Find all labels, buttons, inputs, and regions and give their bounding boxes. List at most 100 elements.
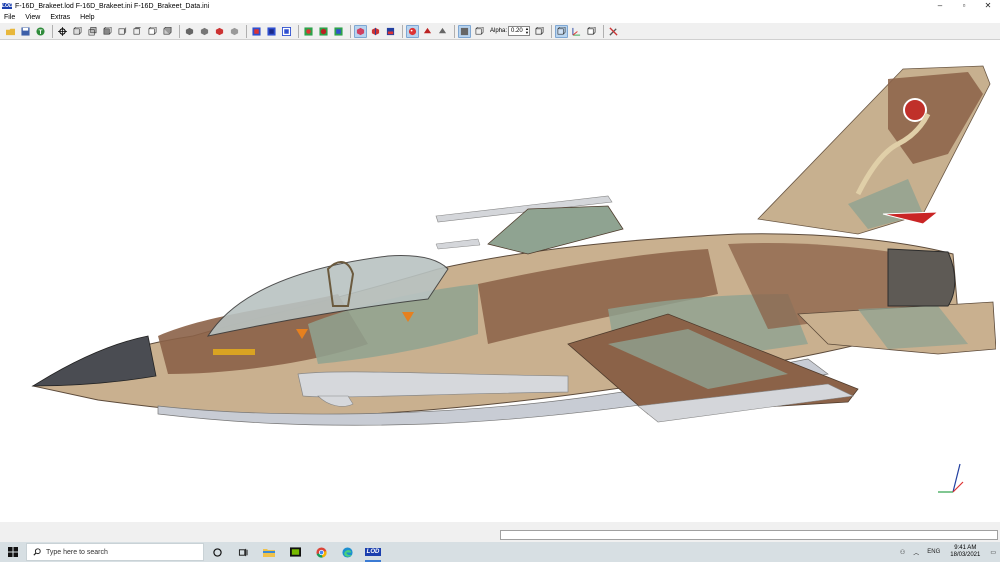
minimize-button[interactable]: – [928, 0, 952, 12]
taskbar-search[interactable]: Type here to search [26, 543, 204, 561]
wire-cube-button[interactable] [473, 25, 486, 38]
engine-nozzle [887, 248, 956, 307]
toolbar-separator [179, 24, 180, 38]
nvidia-icon [289, 547, 301, 557]
toolbar-separator [52, 24, 53, 38]
cube-iso-icon [163, 26, 172, 35]
cube-right-icon [118, 26, 127, 35]
bbox-red-button[interactable] [250, 25, 263, 38]
save-button[interactable] [19, 25, 32, 38]
notifications-icon[interactable]: ▭ [986, 549, 1000, 556]
light-3-button[interactable] [436, 25, 449, 38]
shade-gray-button[interactable] [228, 25, 241, 38]
menu-extras[interactable]: Extras [50, 14, 70, 21]
shade-smooth-button[interactable] [198, 25, 211, 38]
tools-button[interactable] [607, 25, 620, 38]
spin-arrows-icon[interactable]: ▲ ▼ [525, 27, 529, 35]
show-normals-button[interactable] [369, 25, 382, 38]
frame-button[interactable] [533, 25, 546, 38]
restore-button[interactable]: ▫ [952, 0, 976, 12]
wire-cube-icon [475, 26, 484, 35]
toolbar-separator [298, 24, 299, 38]
view-iso-button[interactable] [161, 25, 174, 38]
box-blue-icon [267, 26, 276, 36]
view-back-button[interactable] [86, 25, 99, 38]
cortana-button[interactable] [204, 542, 230, 562]
alpha-cube-icon [460, 27, 469, 35]
view-right-button[interactable] [116, 25, 129, 38]
node-blue-icon [334, 26, 343, 36]
light-1-button[interactable] [406, 24, 419, 38]
mesh-red-icon [356, 27, 365, 35]
language-indicator[interactable]: ENG [923, 549, 944, 555]
show-mesh-button[interactable] [354, 24, 367, 38]
edge-icon [341, 546, 353, 558]
bbox-blue-button[interactable] [265, 25, 278, 38]
title-bar: LOD F-16D_Brakeet.lod F-16D_Brakeet.ini … [0, 0, 1000, 12]
windows-logo-icon [8, 547, 18, 557]
node-blue-button[interactable] [332, 25, 345, 38]
svg-text:T: T [39, 29, 43, 36]
cube-left-icon [103, 26, 112, 35]
gray-cube-icon [230, 27, 239, 35]
alpha-toggle-button[interactable] [458, 24, 471, 38]
alpha-spinner[interactable]: 0.20 ▲ ▼ [508, 26, 531, 36]
chrome-button[interactable] [308, 542, 334, 562]
box-view-button[interactable] [585, 25, 598, 38]
3d-viewport[interactable] [8, 44, 996, 522]
alpha-value: 0.20 [511, 28, 523, 34]
node-green-icon [304, 26, 313, 36]
red-cube-icon [215, 27, 224, 35]
file-explorer-button[interactable] [256, 542, 282, 562]
cube-bottom-icon [148, 26, 157, 35]
frame-cube-icon [535, 26, 544, 35]
start-button[interactable] [0, 542, 26, 562]
open-file-button[interactable] [4, 25, 17, 38]
view-left-button[interactable] [101, 25, 114, 38]
light-dark-red-icon [423, 27, 432, 33]
menu-view[interactable]: View [25, 14, 40, 21]
search-placeholder: Type here to search [46, 548, 108, 556]
task-view-button[interactable] [230, 542, 256, 562]
nvidia-button[interactable] [282, 542, 308, 562]
lower-left-missile [435, 238, 481, 250]
shade-flat-button[interactable] [183, 25, 196, 38]
node-red-button[interactable] [317, 25, 330, 38]
menu-help[interactable]: Help [80, 14, 94, 21]
chevron-up-icon[interactable]: ︿ [909, 548, 923, 557]
menu-file[interactable]: File [4, 14, 15, 21]
texture-button[interactable]: T [34, 25, 47, 38]
tail-roundel [903, 98, 927, 122]
clock[interactable]: 9:41 AM 18/03/2021 [944, 545, 986, 559]
view-top-button[interactable] [131, 25, 144, 38]
cube-back-icon [88, 26, 97, 35]
tools-icon [609, 26, 618, 36]
light-2-button[interactable] [421, 25, 434, 38]
show-lod-button[interactable] [384, 25, 397, 38]
cube-front-icon [73, 26, 82, 35]
normals-icon [371, 27, 380, 35]
box-outline-icon [282, 26, 291, 36]
lod-app-icon: LOD [364, 548, 382, 556]
lod-stack-icon [386, 27, 395, 35]
save-icon [21, 26, 30, 36]
view-bottom-button[interactable] [146, 25, 159, 38]
node-red-icon [319, 26, 328, 36]
people-icon[interactable]: ⚇ [896, 549, 909, 556]
grid-button[interactable] [555, 24, 569, 38]
view-front-button[interactable] [71, 25, 84, 38]
light-gray-icon [438, 27, 447, 33]
cortana-icon [212, 547, 222, 557]
shade-red-button[interactable] [213, 25, 226, 38]
axes-icon [572, 27, 581, 36]
alpha-label: Alpha: [490, 28, 508, 34]
close-button[interactable]: ✕ [976, 0, 1000, 12]
lod-app-button[interactable]: LOD [360, 542, 386, 562]
axes-button[interactable] [570, 25, 583, 38]
edge-button[interactable] [334, 542, 360, 562]
node-green-button[interactable] [302, 25, 315, 38]
toolbar-separator [603, 24, 605, 38]
toolbar-separator [350, 24, 351, 38]
bbox-outline-button[interactable] [280, 25, 293, 38]
zoom-extents-button[interactable] [56, 25, 69, 38]
